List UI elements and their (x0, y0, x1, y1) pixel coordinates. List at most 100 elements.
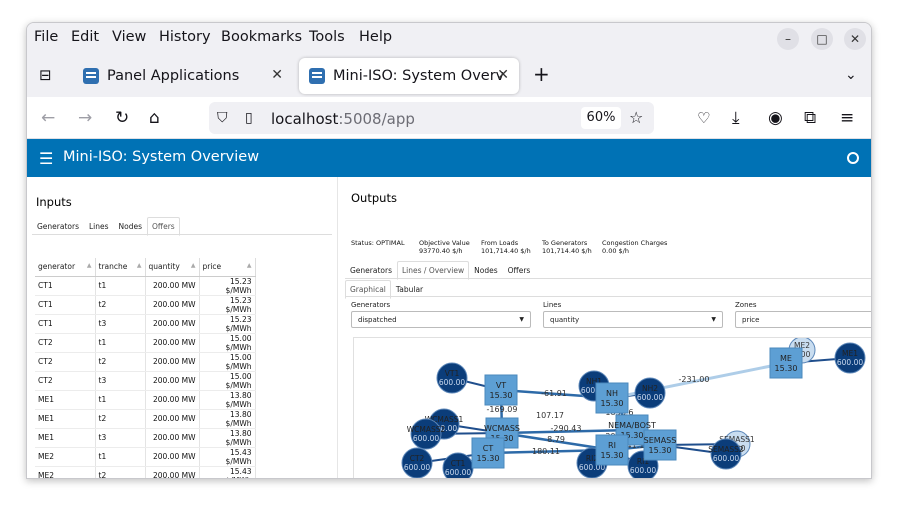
tab-mini-iso[interactable]: Mini-ISO: System Overvie ✕ (299, 58, 519, 94)
tab-overview-icon[interactable]: ⊟ (39, 65, 52, 85)
menu-help[interactable]: Help (359, 29, 392, 45)
table-cell: 200.00 MW (145, 466, 200, 478)
generator-value-label: 600.00 (837, 358, 863, 367)
download-icon[interactable]: ⤓ (732, 108, 740, 128)
url-text[interactable]: localhost:5008/app (271, 110, 415, 128)
navigation-bar: ← → ↻ ⌂ ⛉ ▯ localhost:5008/app 60% ☆ ♡ ⤓… (27, 97, 871, 139)
panel-favicon-icon (309, 68, 325, 84)
table-cell: 15.43 $/MWh (199, 447, 256, 467)
table-cell: 200.00 MW (145, 295, 200, 315)
zone-node[interactable] (595, 434, 629, 466)
table-row[interactable]: ME1 t3 200.00 MW 13.80 $/MWh (35, 428, 256, 448)
reload-icon[interactable]: ↻ (115, 108, 129, 128)
summary-congestion: Congestion Charges 0.00 $/h (602, 239, 668, 255)
table-cell: 200.00 MW (145, 371, 200, 391)
table-cell: ME2 (35, 466, 96, 478)
close-window-icon[interactable]: ✕ (844, 28, 866, 50)
busy-indicator-icon (847, 152, 859, 164)
table-row[interactable]: ME1 t1 200.00 MW 13.80 $/MWh (35, 390, 256, 410)
line-flow-label: 180.11 (532, 447, 560, 456)
zone-node[interactable] (769, 347, 803, 379)
url-path: :5008/app (338, 110, 415, 128)
column-header[interactable]: tranche ▲ (95, 258, 146, 277)
menu-tools[interactable]: Tools (309, 29, 345, 45)
table-row[interactable]: ME2 t1 200.00 MW 15.43 $/MWh (35, 447, 256, 467)
zone-price-label: 15.30 (477, 454, 500, 463)
zones-select[interactable]: price (735, 311, 871, 328)
generators-select-label: Generators (351, 301, 391, 309)
menu-file[interactable]: File (34, 29, 58, 45)
maximize-icon[interactable]: □ (811, 28, 833, 50)
line-flow-label: -61.91 (541, 389, 567, 398)
table-row[interactable]: CT2 t2 200.00 MW 15.00 $/MWh (35, 352, 256, 372)
column-header[interactable]: generator ▲ (35, 258, 96, 277)
list-tabs-icon[interactable]: ⌄ (845, 65, 857, 85)
page-icon[interactable]: ▯ (245, 108, 253, 128)
column-header[interactable]: quantity ▲ (145, 258, 200, 277)
table-cell: 15.43 $/MWh (199, 466, 256, 478)
zone-price-label: 15.30 (490, 391, 513, 400)
generator-value-label: 600.00 (713, 454, 739, 463)
zoom-level[interactable]: 60% (581, 107, 621, 129)
table-cell: 200.00 MW (145, 428, 200, 448)
zone-node[interactable] (471, 437, 505, 469)
table-cell: CT1 (35, 314, 96, 334)
back-icon[interactable]: ← (41, 108, 55, 128)
pocket-icon[interactable]: ♡ (697, 108, 710, 128)
sidebar-toggle-icon[interactable]: ☰ (39, 149, 53, 168)
table-header-row: generator ▲ tranche ▲ quantity ▲ price ▲ (35, 258, 256, 277)
zone-name-label: SEMASS (644, 436, 677, 445)
table-cell: CT2 (35, 371, 96, 391)
zone-name-label: VT (496, 381, 506, 390)
url-bar[interactable]: ⛉ ▯ localhost:5008/app 60% ☆ (209, 102, 654, 134)
table-cell: CT1 (35, 276, 96, 296)
column-header[interactable]: price ▲ (199, 258, 256, 277)
table-cell: 15.23 $/MWh (199, 276, 256, 296)
table-cell: CT1 (35, 295, 96, 315)
generators-select[interactable]: dispatched ▼ (351, 311, 531, 328)
table-row[interactable]: CT2 t3 200.00 MW 15.00 $/MWh (35, 371, 256, 391)
zone-node[interactable] (595, 382, 629, 414)
network-graph[interactable]: -61.91-231.00-169.09107.17-183.26-290.43… (353, 337, 871, 478)
panel-favicon-icon (83, 68, 99, 84)
close-tab-icon[interactable]: ✕ (497, 67, 509, 83)
menu-edit[interactable]: Edit (71, 29, 99, 45)
forward-icon[interactable]: → (78, 108, 92, 128)
table-row[interactable]: CT1 t2 200.00 MW 15.23 $/MWh (35, 295, 256, 315)
generator-name-label: CT2 (410, 454, 425, 463)
table-cell: 200.00 MW (145, 390, 200, 410)
divider (32, 234, 332, 235)
zone-price-label: 15.30 (601, 399, 624, 408)
tab-label: Panel Applications (107, 68, 240, 84)
home-icon[interactable]: ⌂ (149, 108, 160, 128)
table-row[interactable]: ME1 t2 200.00 MW 13.80 $/MWh (35, 409, 256, 429)
zone-name-label: CT (483, 444, 494, 453)
lines-select[interactable]: quantity ▼ (543, 311, 723, 328)
table-cell: 15.00 $/MWh (199, 371, 256, 391)
generator-value-label: 600.00 (404, 463, 430, 472)
table-cell: t1 (95, 276, 146, 296)
table-cell: t2 (95, 409, 146, 429)
account-icon[interactable]: ◉ (768, 108, 783, 128)
table-row[interactable]: ME2t2200.00 MW15.43 $/MWh (35, 466, 256, 478)
menu-view[interactable]: View (112, 29, 146, 45)
generator-name-label: NH2 (642, 384, 658, 393)
extensions-icon[interactable]: ⧉ (804, 108, 816, 128)
shield-icon[interactable]: ⛉ (217, 108, 228, 128)
table-row[interactable]: CT1 t1 200.00 MW 15.23 $/MWh (35, 276, 256, 296)
table-row[interactable]: CT1 t3 200.00 MW 15.23 $/MWh (35, 314, 256, 334)
zone-node[interactable] (484, 374, 518, 406)
zone-node[interactable] (643, 429, 677, 461)
close-tab-icon[interactable]: ✕ (271, 67, 283, 83)
menu-bookmarks[interactable]: Bookmarks (221, 29, 302, 45)
tab-panel-applications[interactable]: Panel Applications ✕ (73, 58, 293, 94)
table-row[interactable]: CT2 t1 200.00 MW 15.00 $/MWh (35, 333, 256, 353)
summary-to-generators: To Generators 101,714.40 $/h (542, 239, 592, 255)
new-tab-icon[interactable]: + (533, 64, 550, 84)
app-menu-icon[interactable]: ≡ (840, 108, 854, 128)
menu-history[interactable]: History (159, 29, 211, 45)
minimize-icon[interactable]: – (777, 28, 799, 50)
outputs-title: Outputs (351, 191, 397, 205)
zone-name-label: RI (608, 441, 616, 450)
bookmark-star-icon[interactable]: ☆ (629, 108, 643, 128)
